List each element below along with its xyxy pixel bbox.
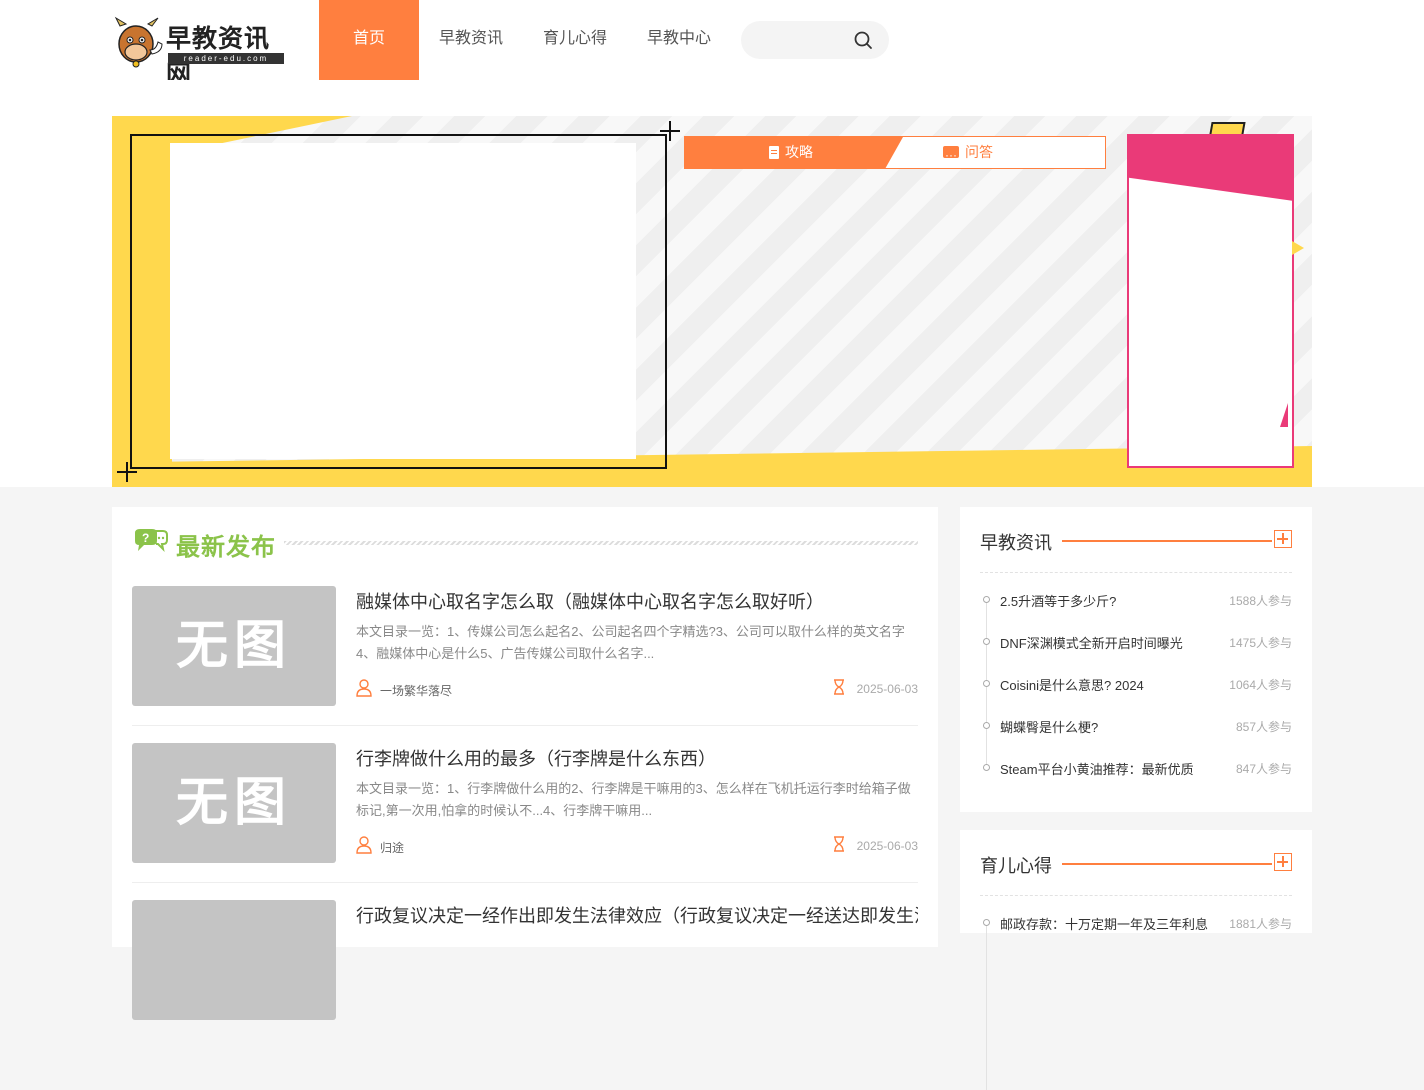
sidebar-early-edu-news: 早教资讯 2.5升酒等于多少斤? 1588人参与 DNF深渊模式全新开启时间曝光… xyxy=(960,507,1312,812)
article-excerpt: 本文目录一览：1、行李牌做什么用的2、行李牌是干嘛用的3、怎么样在飞机托运行李时… xyxy=(356,781,911,818)
list-item[interactable]: Steam平台小黄油推荐：最新优质 847人参与 xyxy=(980,747,1292,789)
chat-bubbles-icon: ? xyxy=(135,529,168,553)
article-thumbnail[interactable]: 无图 xyxy=(132,743,336,863)
section-title: 最新发布 xyxy=(176,534,276,561)
tab-qa-label: 问答 xyxy=(965,144,993,160)
banner-frame xyxy=(130,134,667,469)
more-plus-icon[interactable] xyxy=(1274,530,1292,548)
bullet-icon xyxy=(983,680,990,687)
section-divider xyxy=(284,541,918,545)
main-nav: 首页 早教资讯 育儿心得 早教中心 xyxy=(319,0,731,80)
bullet-icon xyxy=(983,722,990,729)
article-author[interactable]: 一场繁华落尽 xyxy=(380,682,452,699)
search-icon[interactable] xyxy=(853,30,873,50)
article-title[interactable]: 行李牌做什么用的最多（行李牌是什么东西） xyxy=(356,745,918,771)
svg-text:?: ? xyxy=(142,531,149,545)
list-item[interactable]: DNF深渊模式全新开启时间曝光 1475人参与 xyxy=(980,621,1292,663)
sidebar-parenting: 育儿心得 邮政存款：十万定期一年及三年利息 1881人参与 xyxy=(960,830,1312,1090)
nav-parenting[interactable]: 育儿心得 xyxy=(523,0,627,80)
document-icon xyxy=(769,146,779,159)
banner-tabs: 攻略 问答 xyxy=(684,136,1106,171)
tab-strategy[interactable]: 攻略 xyxy=(685,137,903,168)
banner-decoration xyxy=(1292,241,1304,255)
user-icon xyxy=(356,836,372,854)
tab-qa[interactable]: 问答 xyxy=(943,137,993,171)
bullet-icon xyxy=(983,919,990,926)
logo-subtitle: reader-edu.com xyxy=(168,53,284,64)
search-box xyxy=(741,21,889,59)
chat-icon xyxy=(943,140,959,171)
list-item[interactable]: 2.5升酒等于多少斤? 1588人参与 xyxy=(980,579,1292,621)
article-date: 2025-06-03 xyxy=(856,682,918,696)
list-item-title[interactable]: Steam平台小黄油推荐：最新优质 xyxy=(1000,759,1210,778)
latest-posts-panel: ? 最新发布 无图 融媒体中心取名字怎么取（融媒体中心取名字怎么取好听） 本文目… xyxy=(112,507,938,1020)
sidebar-header: 早教资讯 xyxy=(980,527,1292,553)
hourglass-icon xyxy=(834,679,844,695)
article-thumbnail[interactable] xyxy=(132,900,336,1020)
banner-decoration xyxy=(1280,403,1288,427)
nav-early-edu-center[interactable]: 早教中心 xyxy=(627,0,731,80)
article-author[interactable]: 归途 xyxy=(380,839,404,856)
list-item-title[interactable]: 邮政存款：十万定期一年及三年利息 xyxy=(1000,914,1210,933)
list-item-title[interactable]: 蝴蝶臀是什么梗? xyxy=(1000,717,1210,736)
bullet-icon xyxy=(983,596,990,603)
article-date: 2025-06-03 xyxy=(856,839,918,853)
site-logo[interactable]: 早教资讯网 reader-edu.com xyxy=(112,14,287,89)
article-title[interactable]: 行政复议决定一经作出即发生法律效应（行政复议决定一经送达即发生法 xyxy=(356,902,918,928)
participant-count: 857人参与 xyxy=(1235,720,1292,734)
sidebar-divider xyxy=(1062,540,1272,542)
article-meta: 归途 2025-06-03 xyxy=(356,835,918,857)
article-meta: 一场繁华落尽 2025-06-03 xyxy=(356,678,918,700)
search-input[interactable] xyxy=(755,30,854,52)
article-item: 行政复议决定一经作出即发生法律效应（行政复议决定一经送达即发生法 xyxy=(132,900,918,1039)
list-item[interactable]: 邮政存款：十万定期一年及三年利息 1881人参与 xyxy=(980,902,1292,944)
nav-home[interactable]: 首页 xyxy=(319,0,419,80)
article-title[interactable]: 融媒体中心取名字怎么取（融媒体中心取名字怎么取好听） xyxy=(356,588,918,614)
article-item: 无图 融媒体中心取名字怎么取（融媒体中心取名字怎么取好听） 本文目录一览：1、传… xyxy=(132,586,918,726)
article-excerpt: 本文目录一览：1、传媒公司怎么起名2、公司起名四个字精选?3、公司可以取什么样的… xyxy=(356,624,905,661)
participant-count: 847人参与 xyxy=(1235,762,1292,776)
list-item[interactable]: Coisini是什么意思? 2024 1064人参与 xyxy=(980,663,1292,705)
participant-count: 1475人参与 xyxy=(1229,636,1292,650)
sidebar-list: 邮政存款：十万定期一年及三年利息 1881人参与 xyxy=(980,902,1292,1090)
sidebar-title: 育儿心得 xyxy=(980,856,1052,876)
bullet-icon xyxy=(983,638,990,645)
user-icon xyxy=(356,679,372,697)
sidebar-separator xyxy=(980,895,1292,896)
participant-count: 1064人参与 xyxy=(1229,678,1292,692)
hourglass-icon xyxy=(834,836,844,852)
article-thumbnail[interactable]: 无图 xyxy=(132,586,336,706)
more-plus-icon[interactable] xyxy=(1274,853,1292,871)
list-item-title[interactable]: DNF深渊模式全新开启时间曝光 xyxy=(1000,633,1210,652)
sidebar-divider xyxy=(1062,863,1272,865)
sidebar-title: 早教资讯 xyxy=(980,533,1052,553)
tab-strategy-label: 攻略 xyxy=(785,144,813,160)
site-header: 早教资讯网 reader-edu.com 首页 早教资讯 育儿心得 早教中心 xyxy=(0,0,1424,89)
banner: 攻略 问答 xyxy=(112,116,1312,487)
crosshair-icon xyxy=(660,121,680,141)
section-header: ? 最新发布 xyxy=(132,525,918,561)
participant-count: 1588人参与 xyxy=(1229,594,1292,608)
nav-early-edu-news[interactable]: 早教资讯 xyxy=(419,0,523,80)
list-item-title[interactable]: 2.5升酒等于多少斤? xyxy=(1000,591,1210,610)
participant-count: 1881人参与 xyxy=(1229,917,1292,931)
list-item[interactable]: 蝴蝶臀是什么梗? 857人参与 xyxy=(980,705,1292,747)
article-item: 无图 行李牌做什么用的最多（行李牌是什么东西） 本文目录一览：1、行李牌做什么用… xyxy=(132,743,918,883)
sidebar-list: 2.5升酒等于多少斤? 1588人参与 DNF深渊模式全新开启时间曝光 1475… xyxy=(980,579,1292,789)
sidebar-header: 育儿心得 xyxy=(980,850,1292,876)
sidebar-separator xyxy=(980,572,1292,573)
crosshair-icon xyxy=(117,462,137,482)
list-item-title[interactable]: Coisini是什么意思? 2024 xyxy=(1000,675,1210,694)
bullet-icon xyxy=(983,764,990,771)
cow-mascot-icon xyxy=(114,16,163,68)
